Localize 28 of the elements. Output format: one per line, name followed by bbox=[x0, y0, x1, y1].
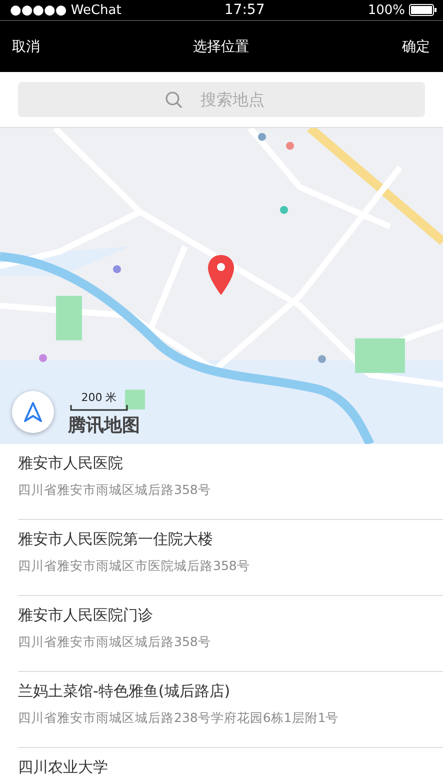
place-address: 四川省雅安市雨城区市医院城后路358号 bbox=[18, 558, 251, 575]
cancel-button[interactable]: 取消 bbox=[12, 38, 40, 56]
confirm-button[interactable]: 确定 bbox=[402, 38, 430, 56]
place-address: 四川省雅安市雨城区城后路238号学府花园6栋1层附1号 bbox=[18, 710, 340, 727]
scale-label: 200 米 bbox=[81, 390, 117, 405]
search-field[interactable]: 搜索地点 bbox=[18, 82, 425, 117]
place-item[interactable]: 兰妈土菜馆-特色雅鱼(城后路店) 四川省雅安市雨城区城后路238号学府花园6栋1层附1号 bbox=[18, 672, 443, 748]
place-item[interactable]: 四川农业大学 bbox=[18, 748, 443, 783]
place-name: 兰妈土菜馆-特色雅鱼(城后路店) bbox=[18, 682, 232, 701]
search-icon bbox=[165, 91, 183, 109]
page-title: 选择位置 bbox=[193, 38, 249, 56]
place-address: 四川省雅安市雨城区城后路358号 bbox=[18, 634, 212, 651]
scale-bar-icon bbox=[70, 405, 128, 411]
map-logo: 腾讯地图 bbox=[68, 414, 140, 437]
place-item[interactable]: 雅安市人民医院门诊 四川省雅安市雨城区城后路358号 bbox=[18, 596, 443, 672]
place-address: 四川省雅安市雨城区城后路358号 bbox=[18, 482, 212, 499]
place-name: 雅安市人民医院门诊 bbox=[18, 606, 154, 625]
location-pin-icon bbox=[207, 254, 235, 296]
place-item[interactable]: 雅安市人民医院第一住院大楼 四川省雅安市雨城区市医院城后路358号 bbox=[18, 520, 443, 596]
place-item[interactable]: 雅安市人民医院 四川省雅安市雨城区城后路358号 bbox=[18, 444, 443, 520]
carrier-label: ●●●●● WeChat bbox=[10, 2, 122, 18]
battery-percent: 100% bbox=[368, 2, 405, 18]
navigation-arrow-icon bbox=[24, 402, 42, 422]
clock: 17:57 bbox=[224, 2, 265, 18]
place-name: 雅安市人民医院 bbox=[18, 454, 124, 473]
place-name: 四川农业大学 bbox=[18, 758, 109, 777]
battery-icon bbox=[408, 4, 437, 16]
place-name: 雅安市人民医院第一住院大楼 bbox=[18, 530, 214, 549]
